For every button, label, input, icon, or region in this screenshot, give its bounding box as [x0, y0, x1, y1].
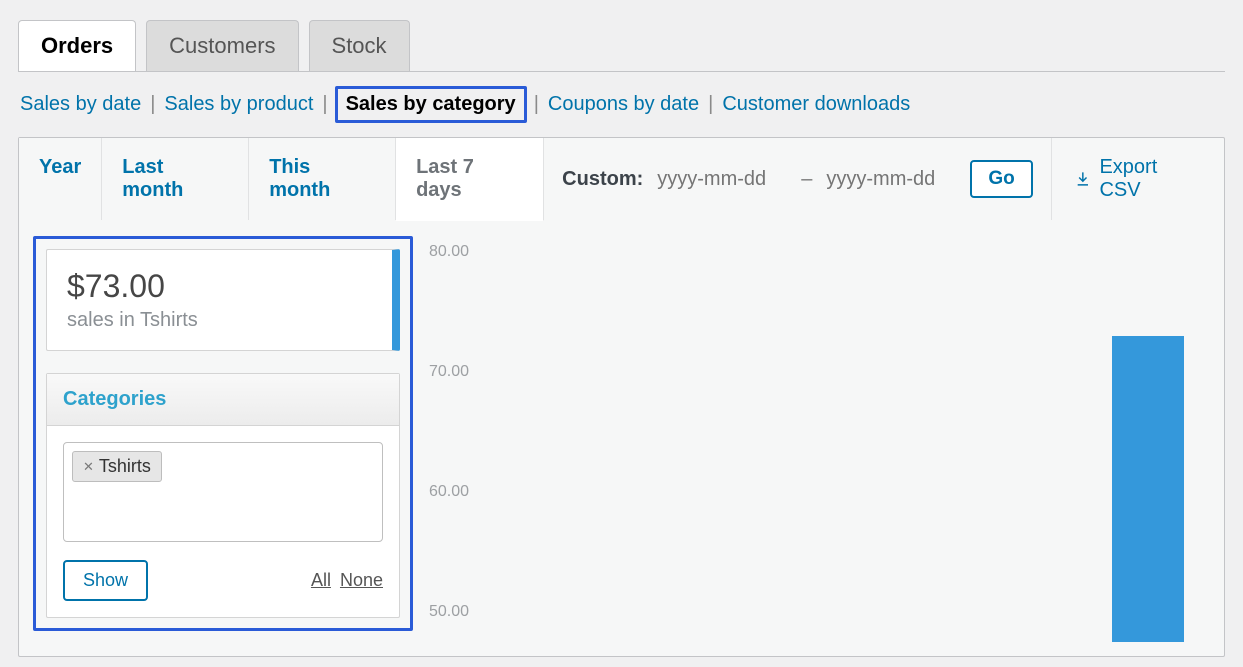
separator: | [533, 93, 540, 116]
subnav-sales-by-date[interactable]: Sales by date [18, 93, 143, 116]
tab-customers[interactable]: Customers [146, 20, 298, 71]
chip-label: Tshirts [99, 456, 151, 477]
category-select[interactable]: ✕ Tshirts [63, 442, 383, 542]
tab-stock[interactable]: Stock [309, 20, 410, 71]
separator: | [321, 93, 328, 116]
categories-panel: Categories ✕ Tshirts Show All [46, 373, 400, 618]
show-button[interactable]: Show [63, 560, 148, 601]
y-axis-tick: 50.00 [429, 603, 469, 621]
export-csv-button[interactable]: Export CSV [1052, 138, 1224, 220]
range-year[interactable]: Year [19, 138, 102, 220]
bar[interactable] [1112, 336, 1184, 642]
category-chip: ✕ Tshirts [72, 451, 162, 482]
range-this-month[interactable]: This month [249, 138, 396, 220]
tab-orders[interactable]: Orders [18, 20, 136, 71]
custom-end-date[interactable] [826, 168, 956, 191]
select-all-none: All None [307, 570, 383, 591]
subnav-sales-by-product[interactable]: Sales by product [162, 93, 315, 116]
main-tabs: Orders Customers Stock [18, 20, 1225, 71]
custom-start-date[interactable] [657, 168, 787, 191]
categories-heading: Categories [47, 374, 399, 426]
select-all[interactable]: All [311, 570, 331, 590]
subnav-sales-by-category[interactable]: Sales by category [335, 86, 527, 123]
go-button[interactable]: Go [970, 160, 1032, 198]
select-none[interactable]: None [340, 570, 383, 590]
stat-label: sales in Tshirts [67, 309, 372, 332]
date-dash: – [801, 168, 812, 191]
y-axis-tick: 70.00 [429, 363, 469, 381]
custom-label: Custom: [562, 168, 643, 191]
separator: | [149, 93, 156, 116]
chart: 80.00 70.00 60.00 50.00 [429, 236, 1214, 656]
y-axis-tick: 60.00 [429, 483, 469, 501]
y-axis-tick: 80.00 [429, 243, 469, 261]
stat-card[interactable]: $73.00 sales in Tshirts [46, 249, 400, 351]
range-last-7-days[interactable]: Last 7 days [396, 138, 544, 221]
subnav-customer-downloads[interactable]: Customer downloads [720, 93, 912, 116]
date-range-bar: Year Last month This month Last 7 days C… [19, 138, 1224, 220]
subnav-coupons-by-date[interactable]: Coupons by date [546, 93, 701, 116]
export-label: Export CSV [1099, 156, 1202, 202]
range-custom: Custom: – Go [544, 138, 1052, 220]
report-subnav: Sales by date | Sales by product | Sales… [18, 72, 1225, 137]
sidebar: $73.00 sales in Tshirts Categories ✕ Tsh… [33, 236, 413, 631]
range-last-month[interactable]: Last month [102, 138, 249, 220]
stat-value: $73.00 [67, 268, 372, 305]
separator: | [707, 93, 714, 116]
download-icon [1074, 170, 1092, 188]
remove-chip-icon[interactable]: ✕ [83, 459, 94, 475]
